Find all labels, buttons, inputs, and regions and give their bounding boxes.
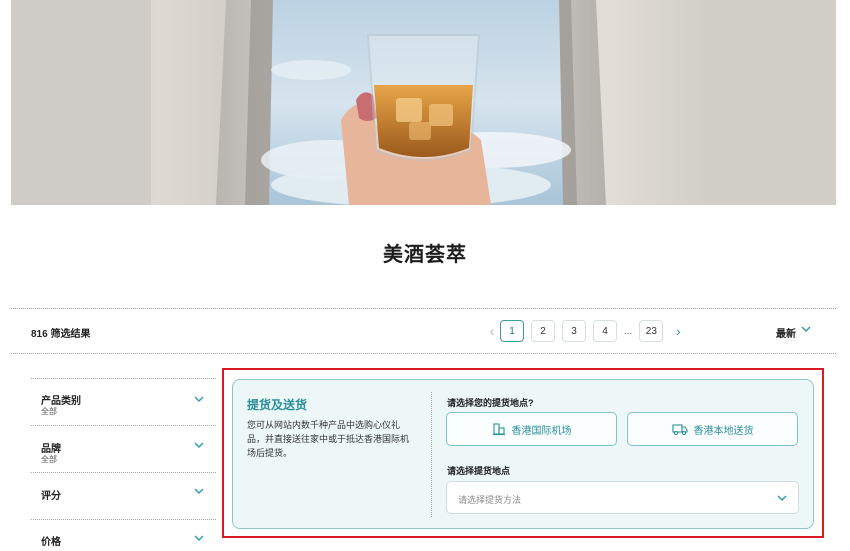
filter-category[interactable]: 产品类别 全部 xyxy=(31,378,216,425)
chevron-down-icon[interactable] xyxy=(800,323,812,335)
hero-banner-image xyxy=(11,0,836,205)
pickup-method-select[interactable]: 请选择提货方法 xyxy=(446,481,799,514)
pickup-location-question: 请选择您的提货地点? xyxy=(447,398,534,408)
filter-label: 价格 xyxy=(41,537,61,548)
chevron-down-icon[interactable] xyxy=(776,492,788,504)
pickup-method-question: 请选择提货地点 xyxy=(447,466,511,476)
page-button-1[interactable]: 1 xyxy=(500,320,524,342)
filter-rating[interactable]: 评分 xyxy=(31,472,216,519)
page-button-4[interactable]: 4 xyxy=(593,320,617,342)
pickup-divider xyxy=(431,392,432,517)
filter-value: 全部 xyxy=(41,407,57,416)
pagination: ‹ 1 2 3 4 ... 23 › xyxy=(484,320,686,342)
pickup-description: 您可从网站内数千种产品中选购心仪礼品，并直接送往家中或于抵达香港国际机场后提货。 xyxy=(247,420,410,458)
chevron-down-icon[interactable] xyxy=(193,532,205,544)
airport-pickup-button[interactable]: 香港国际机场 xyxy=(446,412,617,446)
page-button-last[interactable]: 23 xyxy=(639,320,664,342)
divider-top xyxy=(11,308,836,309)
filter-label: 品牌 xyxy=(41,444,61,455)
chevron-down-icon[interactable] xyxy=(193,439,205,451)
chevron-left-icon[interactable]: ‹ xyxy=(484,323,500,339)
result-count: 816 筛选结果 xyxy=(31,329,91,340)
divider-bottom xyxy=(11,353,836,354)
filter-label: 评分 xyxy=(41,491,61,502)
chevron-right-icon[interactable]: › xyxy=(670,323,686,339)
filter-price[interactable]: 价格 xyxy=(31,519,216,551)
pickup-title: 提货及送货 xyxy=(247,398,308,412)
pagination-ellipsis: ... xyxy=(624,325,633,337)
airplane-window-whisky-illustration xyxy=(11,0,836,205)
page-button-3[interactable]: 3 xyxy=(562,320,586,342)
sort-dropdown[interactable]: 最新 xyxy=(776,325,796,340)
filter-value: 全部 xyxy=(41,455,57,464)
page-title: 美酒荟萃 xyxy=(383,244,467,266)
filter-label: 产品类别 xyxy=(41,396,81,407)
airport-pickup-label: 香港国际机场 xyxy=(511,425,572,437)
page-button-2[interactable]: 2 xyxy=(531,320,555,342)
chevron-down-icon[interactable] xyxy=(193,485,205,497)
local-delivery-button[interactable]: 香港本地送货 xyxy=(627,412,798,446)
building-icon xyxy=(492,423,505,436)
filter-brand[interactable]: 品牌 全部 xyxy=(31,425,216,472)
chevron-down-icon[interactable] xyxy=(193,393,205,405)
pickup-method-placeholder: 请选择提货方法 xyxy=(458,495,522,505)
local-delivery-label: 香港本地送货 xyxy=(693,425,754,437)
truck-icon xyxy=(671,424,688,436)
